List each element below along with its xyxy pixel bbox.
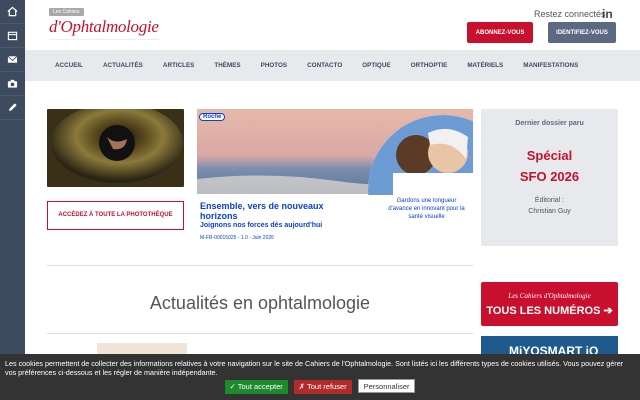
- ad-reference: M-FR-00015025 - 1.0 - Juin 2026: [200, 235, 274, 241]
- mail-icon[interactable]: [0, 48, 25, 72]
- main-nav: ACCUEIL ACTUALITÉS ARTICLES THÈMES PHOTO…: [25, 50, 640, 81]
- calendar-icon[interactable]: [0, 24, 25, 48]
- roche-logo: Roche: [199, 113, 226, 121]
- linkedin-icon[interactable]: in: [602, 7, 613, 21]
- nav-item-articles[interactable]: ARTICLES: [163, 62, 195, 69]
- phototheque-button[interactable]: ACCÉDEZ À TOUTE LA PHOTOTHÈQUE: [47, 201, 184, 230]
- refuse-all-button[interactable]: ✗ Tout refuser: [293, 380, 352, 394]
- nav-item-actualites[interactable]: ACTUALITÉS: [103, 62, 143, 69]
- logo-divider: [49, 39, 159, 40]
- arrow-right-icon: ➔: [603, 305, 613, 317]
- divider: [47, 265, 473, 266]
- nav-item-contacto[interactable]: CONTACTO: [307, 62, 342, 69]
- header: Les Cahiers d'Ophtalmologie Restez conne…: [25, 0, 640, 50]
- faces-photo: [368, 115, 473, 195]
- editorial-author: Christian Guy: [528, 208, 571, 215]
- pen-icon[interactable]: [0, 96, 25, 120]
- section-heading: Actualités en ophtalmologie: [149, 293, 371, 313]
- nav-item-manifestations[interactable]: MANIFESTATIONS: [523, 62, 578, 69]
- login-button[interactable]: IDENTIFIEZ-VOUS: [548, 22, 616, 43]
- nav-item-accueil[interactable]: ACCUEIL: [55, 62, 83, 69]
- cookie-buttons: ✓ Tout accepter ✗ Tout refuser Personnal…: [0, 379, 640, 394]
- site-logo[interactable]: Les Cahiers d'Ophtalmologie: [47, 8, 167, 42]
- customize-button[interactable]: Personnaliser: [357, 379, 416, 393]
- issues-label-text: TOUS LES NUMÉROS: [486, 305, 601, 317]
- ad-headline: Ensemble, vers de nouveaux horizons: [200, 201, 324, 221]
- nav-item-optique[interactable]: OPTIQUE: [362, 62, 390, 69]
- logo-title: d'Ophtalmologie: [49, 17, 159, 36]
- ad-circle: [368, 115, 473, 246]
- main-content: ACCÉDEZ À TOUTE LA PHOTOTHÈQUE Roche Ens…: [25, 81, 640, 400]
- editorial-label: Éditorial :: [534, 197, 565, 204]
- nav-item-themes[interactable]: THÈMES: [214, 62, 240, 69]
- home-icon[interactable]: [0, 0, 25, 24]
- camera-icon[interactable]: [0, 72, 25, 96]
- subscribe-button[interactable]: ABONNEZ-VOUS: [467, 22, 533, 43]
- accept-all-button[interactable]: ✓ Tout accepter: [224, 380, 288, 394]
- ad-tagline: Gardons une longueur d'avance en innovan…: [388, 198, 465, 220]
- page: Les Cahiers d'Ophtalmologie Restez conne…: [0, 0, 640, 400]
- dossier-name: Spécial SFO 2026: [481, 145, 618, 187]
- dossier-editorial: Éditorial : Christian Guy: [481, 195, 618, 217]
- stay-connected-label: Restez connectés: [534, 9, 606, 19]
- cookie-banner: Les cookies permettent de collecter des …: [0, 354, 640, 400]
- latest-dossier-panel[interactable]: Dernier dossier paru Spécial SFO 2026 Éd…: [481, 109, 618, 246]
- dossier-name-line2: SFO 2026: [519, 169, 580, 184]
- logo-small-text: Les Cahiers: [49, 8, 84, 16]
- sidebar: [0, 0, 25, 400]
- nav-item-photos[interactable]: PHOTOS: [261, 62, 287, 69]
- cookie-text: Les cookies permettent de collecter des …: [5, 359, 624, 377]
- ad-subline: Joignons nos forces dès aujourd'hui: [200, 222, 323, 229]
- issues-brand: Les Cahiers d'Ophtalmologie: [508, 292, 591, 300]
- roche-advertisement[interactable]: Roche Ensemble, vers de nouveaux horizon…: [197, 109, 473, 246]
- nav-item-materiels[interactable]: MATÉRIELS: [467, 62, 503, 69]
- all-issues-button[interactable]: Les Cahiers d'Ophtalmologie TOUS LES NUM…: [481, 282, 618, 326]
- nav-item-orthoptie[interactable]: ORTHOPTIE: [411, 62, 448, 69]
- eye-photo[interactable]: [47, 109, 184, 187]
- divider: [47, 333, 473, 334]
- issues-label: TOUS LES NUMÉROS ➔: [481, 304, 618, 317]
- dossier-title: Dernier dossier paru: [515, 120, 584, 127]
- dossier-name-line1: Spécial: [526, 148, 573, 163]
